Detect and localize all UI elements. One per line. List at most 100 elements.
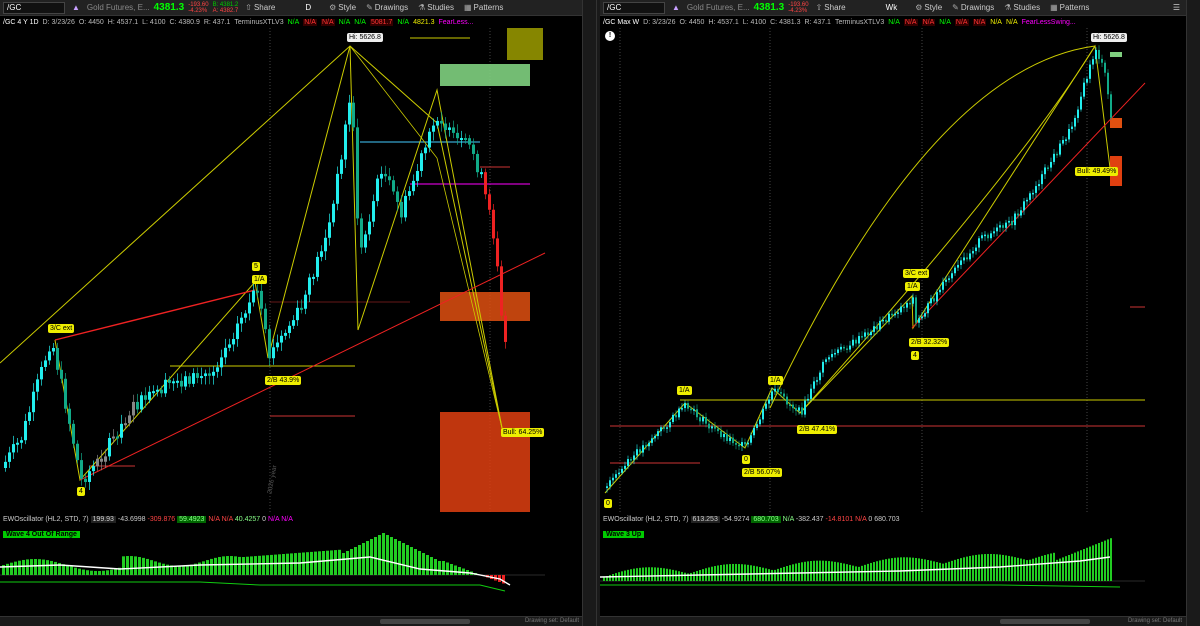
studies-button[interactable]: ⚗ Studies bbox=[415, 3, 457, 12]
histogram-bar bbox=[326, 550, 329, 575]
histogram-bar bbox=[765, 568, 767, 581]
price-chart[interactable] bbox=[0, 28, 583, 513]
target-zone bbox=[440, 64, 530, 86]
symbol-picker-icon[interactable]: ▲ bbox=[669, 3, 683, 12]
histogram-bar bbox=[738, 564, 740, 581]
symbol-input[interactable]: /GC bbox=[3, 1, 65, 14]
candle bbox=[168, 379, 171, 383]
candle bbox=[771, 391, 773, 400]
candle bbox=[723, 433, 725, 438]
histogram-bar bbox=[342, 553, 345, 575]
symbol-input[interactable]: /GC bbox=[603, 1, 665, 14]
candle bbox=[208, 373, 211, 376]
histogram-bar bbox=[828, 561, 830, 581]
alert-icon[interactable]: ! bbox=[605, 31, 615, 41]
drawing-set-label: Drawing set: Default bbox=[524, 618, 579, 624]
histogram-bar bbox=[1074, 552, 1076, 581]
style-button[interactable]: ⚙ Style bbox=[912, 3, 945, 12]
oscillator-chart[interactable] bbox=[600, 527, 1145, 600]
info-low: L: 4100 bbox=[742, 18, 767, 26]
histogram-bar bbox=[912, 557, 914, 581]
price-chart[interactable] bbox=[600, 28, 1186, 513]
drawings-button[interactable]: ✎ Drawings bbox=[949, 3, 997, 12]
style-button[interactable]: ⚙ Style bbox=[326, 3, 359, 12]
histogram-bar bbox=[238, 556, 241, 575]
histogram-bar bbox=[34, 559, 37, 575]
info-na: N/A bbox=[939, 18, 951, 26]
horizontal-scrollbar[interactable]: Drawing set: Default bbox=[600, 616, 1186, 626]
histogram-bar bbox=[186, 565, 189, 575]
candle bbox=[36, 379, 39, 392]
histogram-bar bbox=[258, 555, 261, 575]
info-na: N/A bbox=[972, 18, 987, 26]
candle bbox=[918, 318, 920, 323]
histogram-bar bbox=[1068, 555, 1070, 581]
histogram-bar bbox=[414, 549, 417, 575]
candle bbox=[621, 468, 623, 473]
histogram-bar bbox=[378, 535, 381, 575]
histogram-bar bbox=[624, 570, 626, 581]
candle bbox=[948, 278, 950, 280]
chart-info-bar: /GC 4 Y 1D D: 3/23/26 O: 4450 H: 4537.1 … bbox=[0, 16, 596, 28]
candle bbox=[606, 486, 608, 488]
candle bbox=[810, 388, 812, 399]
candle bbox=[1056, 153, 1058, 156]
candle bbox=[204, 373, 207, 377]
histogram-bar bbox=[651, 567, 653, 581]
candle bbox=[864, 332, 866, 337]
candle bbox=[972, 251, 974, 254]
left-chart-panel: /GC ▲ Gold Futures, E... 4381.3 -193.60 … bbox=[0, 0, 597, 626]
candle bbox=[1080, 96, 1082, 110]
candle bbox=[104, 456, 107, 462]
candle bbox=[912, 297, 914, 304]
wave-label: 3/C ext bbox=[48, 324, 75, 333]
patterns-button[interactable]: ▦ Patterns bbox=[461, 3, 506, 12]
info-na: N/A bbox=[888, 18, 900, 26]
candle bbox=[660, 427, 662, 432]
histogram-bar bbox=[334, 550, 337, 575]
candle bbox=[368, 221, 371, 235]
menu-icon[interactable]: ☰ bbox=[1170, 3, 1183, 12]
candle bbox=[392, 180, 395, 192]
oscillator-chart[interactable] bbox=[0, 527, 545, 600]
candle bbox=[412, 180, 415, 192]
candle bbox=[388, 176, 391, 181]
histogram-bar bbox=[110, 569, 113, 575]
candle bbox=[336, 173, 339, 204]
chart-toolbar: /GC ▲ Gold Futures, E... 4381.3 -193.60 … bbox=[600, 0, 1200, 16]
horizontal-scrollbar[interactable]: Drawing set: Default bbox=[0, 616, 583, 626]
histogram-bar bbox=[858, 566, 860, 581]
scrollbar-thumb[interactable] bbox=[1000, 619, 1090, 624]
wave-line bbox=[349, 45, 503, 429]
share-button[interactable]: ⇧ Share bbox=[242, 3, 278, 12]
candle bbox=[1068, 128, 1070, 140]
aggregation-button[interactable]: Wk bbox=[883, 3, 901, 12]
studies-button[interactable]: ⚗ Studies bbox=[1001, 3, 1043, 12]
drawings-button[interactable]: ✎ Drawings bbox=[363, 3, 411, 12]
trend-line bbox=[54, 289, 256, 341]
histogram-bar bbox=[648, 567, 650, 581]
candle bbox=[348, 102, 351, 125]
candle bbox=[1032, 192, 1034, 195]
info-na: N/A bbox=[320, 18, 335, 26]
candle bbox=[858, 336, 860, 344]
candle bbox=[630, 459, 632, 461]
candle bbox=[88, 471, 91, 482]
pct-change: -4.23% bbox=[788, 7, 808, 14]
symbol-picker-icon[interactable]: ▲ bbox=[69, 3, 83, 12]
histogram-bar bbox=[134, 556, 137, 575]
candle bbox=[1074, 117, 1076, 127]
share-button[interactable]: ⇧ Share bbox=[813, 3, 849, 12]
patterns-button[interactable]: ▦ Patterns bbox=[1047, 3, 1092, 12]
histogram-bar bbox=[816, 560, 818, 581]
histogram-bar bbox=[741, 564, 743, 581]
aggregation-button[interactable]: D bbox=[302, 3, 314, 12]
wave-label: 4 bbox=[77, 487, 85, 496]
high-label: Hi: 5626.8 bbox=[347, 33, 383, 42]
histogram-bar bbox=[14, 561, 17, 575]
scrollbar-thumb[interactable] bbox=[380, 619, 470, 624]
histogram-bar bbox=[286, 553, 289, 575]
candle bbox=[903, 306, 905, 309]
candle bbox=[774, 388, 776, 392]
histogram-bar bbox=[1098, 543, 1100, 581]
